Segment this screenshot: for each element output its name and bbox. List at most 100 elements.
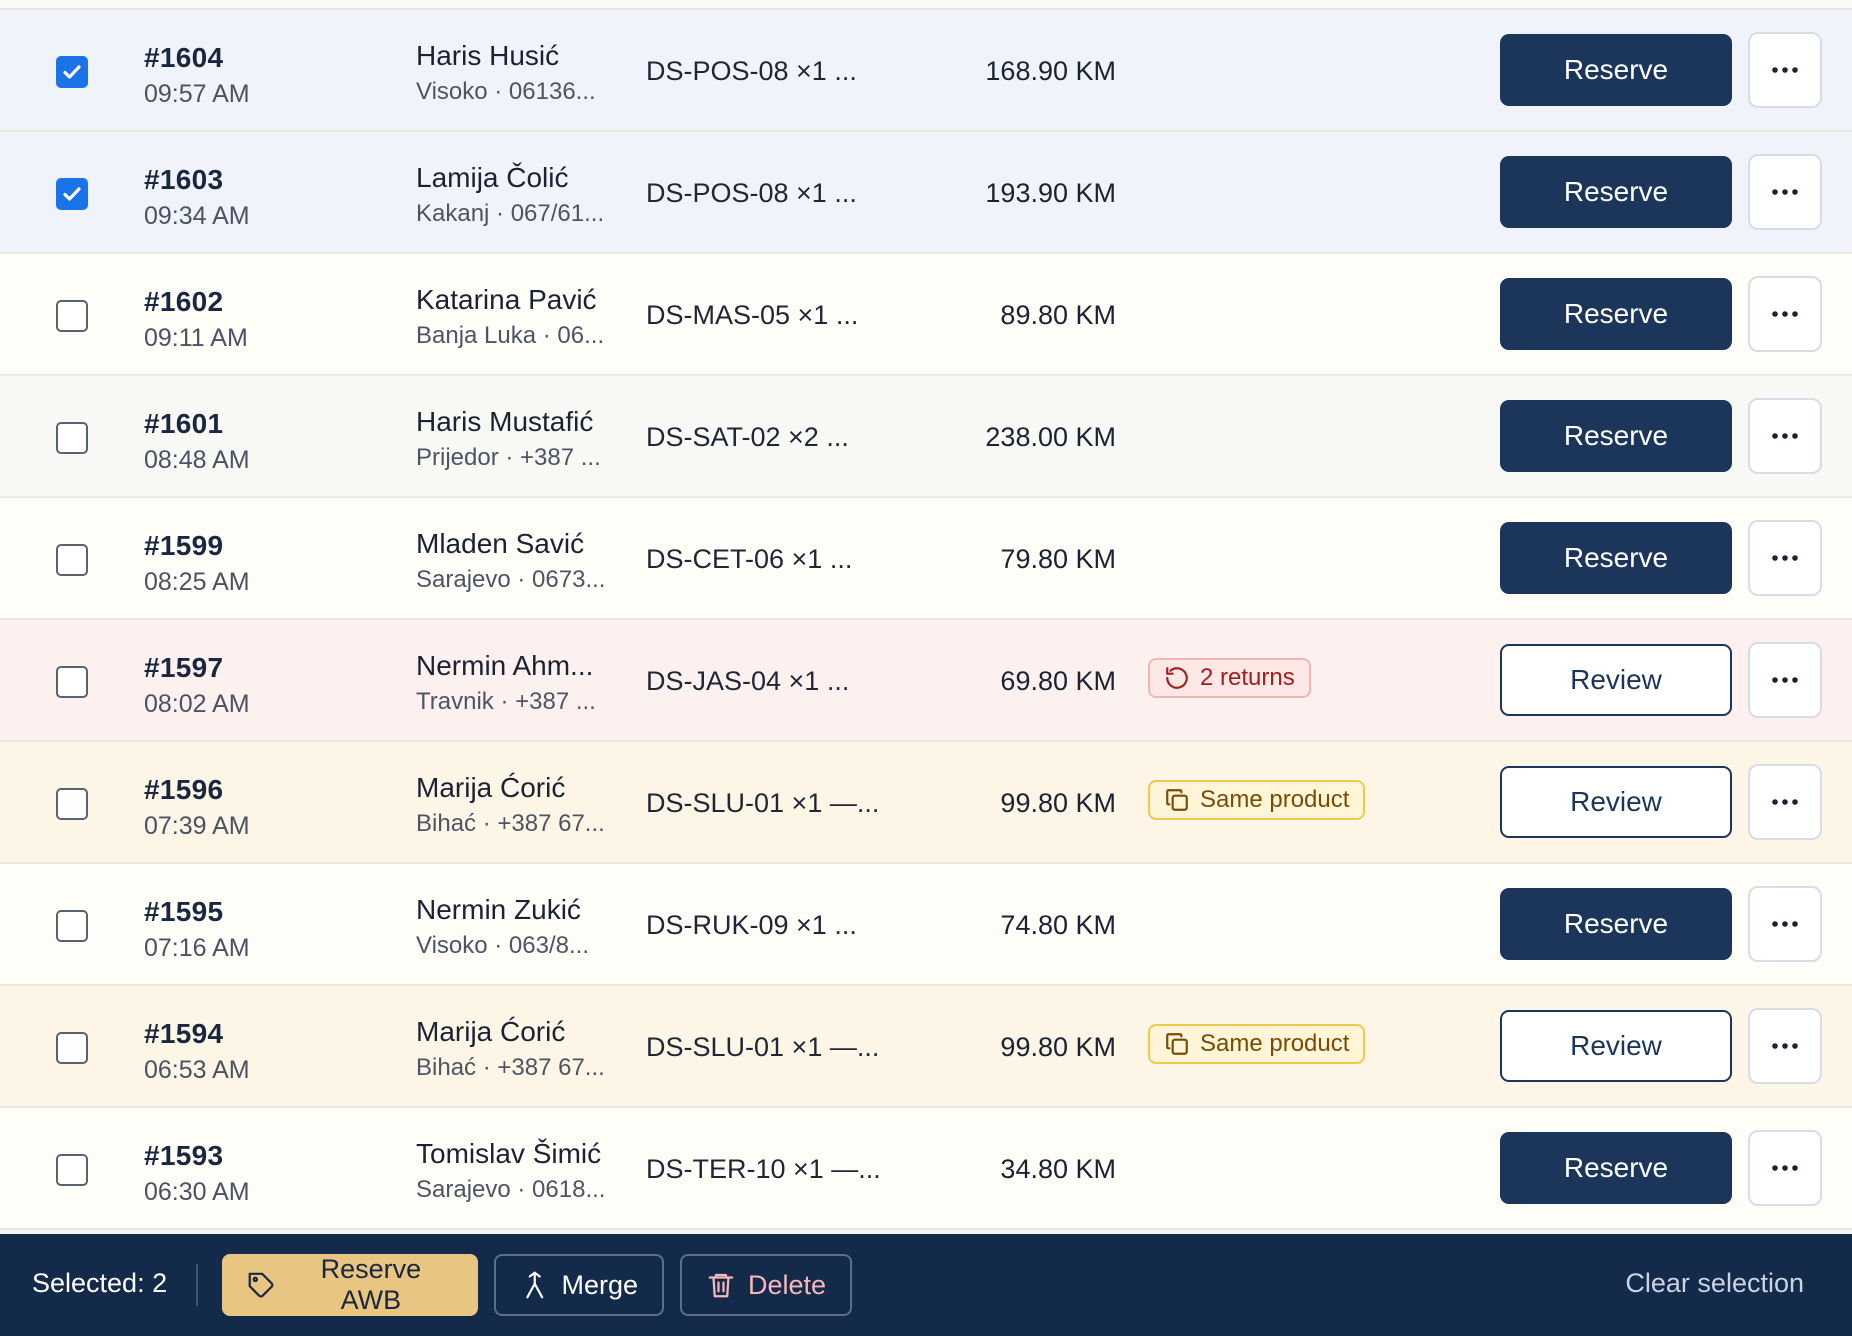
merge-label: Merge [561,1269,638,1300]
order-time: 07:39 AM [144,812,250,840]
order-id[interactable]: #1597 [144,652,223,684]
reserve-button[interactable]: Reserve [1500,34,1732,106]
more-horizontal-icon [1772,921,1798,927]
merge-icon [526,1271,544,1299]
more-horizontal-icon [1772,189,1798,195]
table-row: #1602 09:11 AM Katarina Pavić Banja Luka… [0,254,1852,376]
more-horizontal-icon [1772,799,1798,805]
order-time: 07:16 AM [144,934,250,962]
order-id[interactable]: #1596 [144,774,223,806]
row-checkbox[interactable] [56,56,88,88]
order-items: DS-SAT-02 ×2 ... [646,422,849,452]
reserve-button[interactable]: Reserve [1500,400,1732,472]
returns-badge: 2 returns [1148,658,1311,698]
more-options-button[interactable] [1748,520,1822,596]
order-id[interactable]: #1595 [144,896,223,928]
selected-count: Selected: 2 [32,1268,168,1298]
row-checkbox[interactable] [56,422,88,454]
trash-icon [708,1273,734,1298]
row-checkbox[interactable] [56,910,88,942]
order-time: 09:34 AM [144,202,250,230]
order-items: DS-JAS-04 ×1 ... [646,666,850,696]
copy-icon [1164,787,1190,813]
more-options-button[interactable] [1748,398,1822,474]
order-time: 08:02 AM [144,690,250,718]
order-items: DS-SLU-01 ×1 —... [646,1032,880,1062]
reserve-button[interactable]: Reserve [1500,156,1732,228]
row-checkbox[interactable] [56,300,88,332]
reserve-button[interactable]: Reserve [1500,1132,1732,1204]
customer-name: Mladen Savić [416,528,585,559]
more-options-button[interactable] [1748,1008,1822,1084]
order-id[interactable]: #1593 [144,1140,223,1172]
more-options-button[interactable] [1748,886,1822,962]
order-amount: 193.90 KM [985,178,1116,208]
same-product-badge: Same product [1148,1024,1366,1064]
more-options-button[interactable] [1748,32,1822,108]
table-row: #1599 08:25 AM Mladen Savić Sarajevo · 0… [0,498,1852,620]
row-checkbox[interactable] [56,788,88,820]
checkmark-icon [63,187,81,201]
more-options-button[interactable] [1748,764,1822,840]
more-horizontal-icon [1772,1165,1798,1171]
order-amount: 89.80 KM [1000,300,1116,330]
row-checkbox[interactable] [56,1154,88,1186]
table-row: #1596 07:39 AM Marija Ćorić Bihać · +387… [0,742,1852,864]
order-items: DS-RUK-09 ×1 ... [646,910,857,940]
more-horizontal-icon [1772,433,1798,439]
order-id[interactable]: #1604 [144,42,223,74]
row-checkbox[interactable] [56,544,88,576]
order-amount: 238.00 KM [985,422,1116,452]
badge-label: 2 returns [1200,664,1295,691]
order-time: 09:11 AM [144,324,248,352]
order-amount: 79.80 KM [1000,544,1116,574]
copy-icon [1164,1031,1190,1057]
order-amount: 99.80 KM [1000,1032,1116,1062]
more-options-button[interactable] [1748,154,1822,230]
review-button[interactable]: Review [1500,644,1732,716]
more-options-button[interactable] [1748,276,1822,352]
reserve-button[interactable]: Reserve [1500,522,1732,594]
reserve-button[interactable]: Reserve [1500,888,1732,960]
order-amount: 69.80 KM [1000,666,1116,696]
customer-name: Tomislav Šimić [416,1138,602,1169]
customer-info: Kakanj · 067/61... [416,200,605,227]
row-checkbox[interactable] [56,666,88,698]
customer-name: Nermin Zukić [416,894,581,925]
order-id[interactable]: #1601 [144,408,223,440]
row-checkbox[interactable] [56,178,88,210]
customer-name: Haris Husić [416,40,560,71]
badge-label: Same product [1200,786,1350,813]
customer-name: Marija Ćorić [416,772,566,803]
review-button[interactable]: Review [1500,1010,1732,1082]
more-options-button[interactable] [1748,1130,1822,1206]
order-amount: 74.80 KM [1000,910,1116,940]
review-button[interactable]: Review [1500,766,1732,838]
table-row: #1604 09:57 AM Haris Husić Visoko · 0613… [0,10,1852,132]
more-options-button[interactable] [1748,642,1822,718]
checkmark-icon [63,65,81,79]
order-items: DS-TER-10 ×1 —... [646,1154,881,1184]
delete-button[interactable]: Delete [680,1254,852,1316]
customer-info: Visoko · 06136... [416,78,596,105]
merge-button[interactable]: Merge [494,1254,664,1316]
order-id[interactable]: #1602 [144,286,223,318]
order-items: DS-POS-08 ×1 ... [646,178,857,208]
more-horizontal-icon [1772,677,1798,683]
customer-name: Lamija Čolić [416,162,569,193]
row-checkbox[interactable] [56,1032,88,1064]
order-time: 06:53 AM [144,1056,250,1084]
reserve-button[interactable]: Reserve [1500,278,1732,350]
order-items: DS-SLU-01 ×1 —... [646,788,880,818]
tag-icon [248,1272,274,1298]
order-id[interactable]: #1603 [144,164,223,196]
bar-divider [196,1264,198,1306]
clear-selection-link[interactable]: Clear selection [1625,1268,1804,1299]
order-time: 06:30 AM [144,1178,250,1206]
customer-info: Banja Luka · 06... [416,322,605,349]
table-row: #1603 09:34 AM Lamija Čolić Kakanj · 067… [0,132,1852,254]
order-id[interactable]: #1599 [144,530,223,562]
customer-name: Haris Mustafić [416,406,594,437]
order-id[interactable]: #1594 [144,1018,223,1050]
reserve-awb-button[interactable]: Reserve AWB [222,1254,478,1316]
